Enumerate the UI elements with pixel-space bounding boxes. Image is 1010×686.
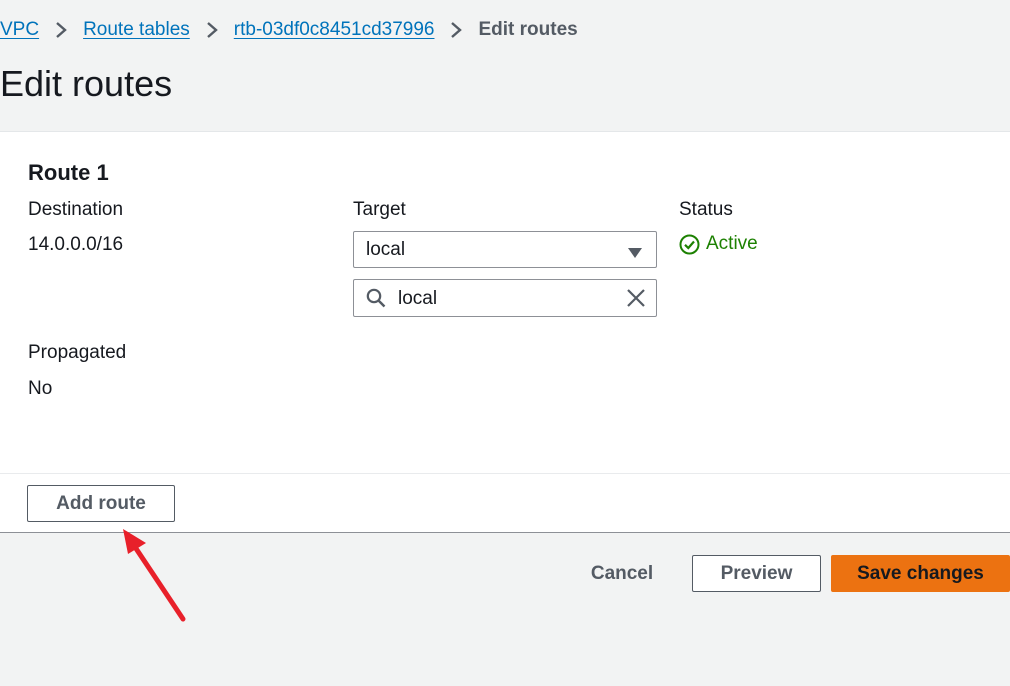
status-success-icon xyxy=(679,234,700,255)
destination-label: Destination xyxy=(28,199,124,220)
panel-divider xyxy=(0,473,1010,474)
breadcrumb-link-vpc[interactable]: VPC xyxy=(0,19,39,41)
chevron-right-icon xyxy=(39,17,83,43)
breadcrumb-link-route-tables[interactable]: Route tables xyxy=(83,19,190,41)
save-changes-button[interactable]: Save changes xyxy=(831,555,1010,592)
chevron-right-icon xyxy=(434,17,478,43)
cancel-button[interactable]: Cancel xyxy=(582,555,662,592)
target-select[interactable]: local xyxy=(353,231,657,268)
breadcrumb-link-route-table-id[interactable]: rtb-03df0c8451cd37996 xyxy=(234,19,435,41)
destination-value: 14.0.0.0/16 xyxy=(28,234,124,255)
target-search-value: local xyxy=(398,288,438,309)
add-route-button[interactable]: Add route xyxy=(27,485,175,522)
chevron-right-icon xyxy=(190,17,234,43)
breadcrumb: VPC Route tables rtb-03df0c8451cd37996 E… xyxy=(0,17,578,43)
annotation-arrow-icon xyxy=(115,525,195,630)
status-value: Active xyxy=(706,233,758,254)
propagated-label: Propagated xyxy=(28,342,127,363)
propagated-value: No xyxy=(28,378,53,399)
status-indicator: Active xyxy=(679,233,758,255)
clear-icon[interactable] xyxy=(626,288,646,313)
target-search-input[interactable]: local xyxy=(353,279,657,317)
preview-button[interactable]: Preview xyxy=(692,555,821,592)
target-label: Target xyxy=(353,199,406,220)
search-icon xyxy=(366,288,386,313)
route-title: Route 1 xyxy=(28,160,109,185)
breadcrumb-current: Edit routes xyxy=(478,19,578,40)
status-label: Status xyxy=(679,199,733,220)
page-title: Edit routes xyxy=(0,63,173,104)
caret-down-icon xyxy=(628,245,642,263)
target-select-value: local xyxy=(366,239,406,260)
